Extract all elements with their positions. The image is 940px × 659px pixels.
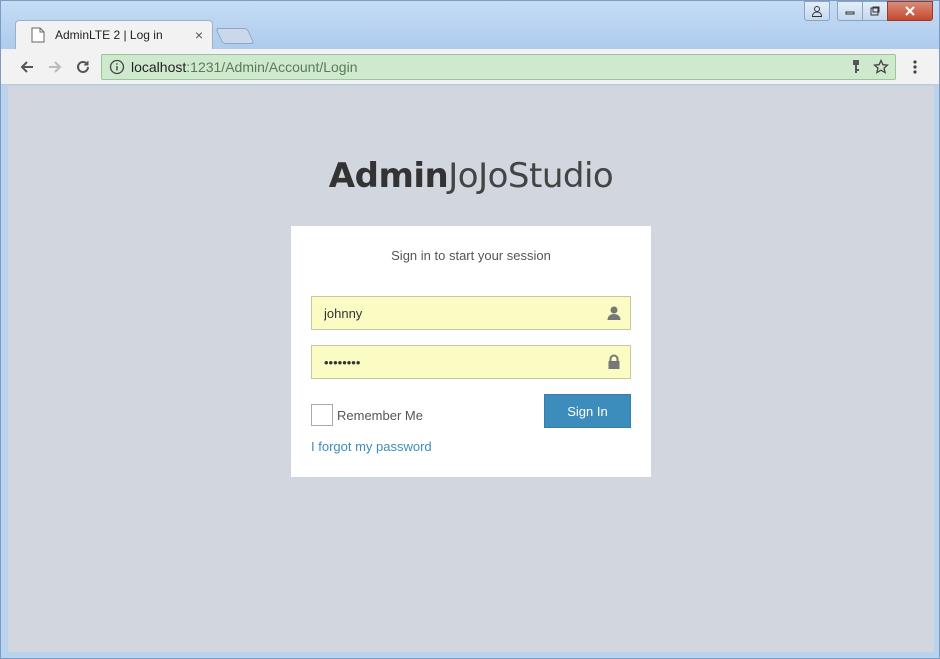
- username-input[interactable]: [312, 297, 630, 329]
- tab-strip: AdminLTE 2 | Log in ×: [1, 1, 939, 50]
- tab-title: AdminLTE 2 | Log in: [55, 28, 163, 42]
- restore-icon: [870, 6, 880, 16]
- login-logo[interactable]: AdminJoJoStudio: [8, 156, 934, 196]
- url-host: localhost: [131, 59, 187, 75]
- star-icon[interactable]: [873, 59, 889, 75]
- user-icon: [607, 306, 621, 320]
- login-box: Sign in to start your session Remember M…: [291, 226, 651, 477]
- tab-close-icon[interactable]: ×: [195, 28, 203, 42]
- window-controls: [804, 1, 933, 21]
- info-icon[interactable]: [109, 59, 125, 75]
- page-icon: [31, 27, 45, 43]
- omnibox-icons: [849, 59, 889, 75]
- more-vertical-icon: [913, 60, 917, 74]
- reload-icon: [77, 60, 89, 73]
- forward-arrow-icon: [49, 61, 62, 73]
- close-icon: [905, 6, 915, 16]
- new-tab-button[interactable]: [215, 28, 255, 44]
- logo-bold: Admin: [328, 156, 449, 196]
- forward-button[interactable]: [45, 57, 65, 77]
- remember-me-label[interactable]: Remember Me: [337, 408, 423, 423]
- url-path: :1231/Admin/Account/Login: [186, 59, 358, 75]
- maximize-button[interactable]: [862, 1, 888, 21]
- browser-menu-button[interactable]: [907, 57, 923, 77]
- username-field: [311, 296, 631, 330]
- back-arrow-icon: [20, 61, 33, 73]
- password-field: [311, 345, 631, 379]
- url-text: localhost:1231/Admin/Account/Login: [131, 59, 358, 75]
- browser-toolbar: localhost:1231/Admin/Account/Login: [1, 49, 939, 85]
- user-icon: [811, 6, 823, 17]
- browser-window: AdminLTE 2 | Log in × localhost:1231/Adm…: [0, 0, 940, 659]
- reload-button[interactable]: [73, 57, 93, 77]
- login-box-message: Sign in to start your session: [391, 248, 551, 263]
- minimize-button[interactable]: [837, 1, 863, 21]
- sign-in-button[interactable]: Sign In: [544, 394, 631, 428]
- lock-icon: [608, 354, 620, 369]
- remember-me-checkbox[interactable]: [311, 404, 333, 426]
- key-icon[interactable]: [849, 59, 863, 75]
- close-window-button[interactable]: [887, 1, 933, 21]
- profile-button[interactable]: [804, 1, 830, 21]
- logo-light: JoJoStudio: [448, 156, 614, 196]
- remember-me: Remember Me: [311, 404, 423, 426]
- tab-content[interactable]: AdminLTE 2 | Log in ×: [21, 21, 211, 49]
- back-button[interactable]: [17, 57, 37, 77]
- password-input[interactable]: [312, 346, 630, 378]
- minimize-icon: [845, 11, 855, 15]
- page-viewport: AdminJoJoStudio Sign in to start your se…: [8, 86, 934, 652]
- address-bar[interactable]: localhost:1231/Admin/Account/Login: [101, 54, 896, 80]
- forgot-password-link[interactable]: I forgot my password: [311, 439, 432, 454]
